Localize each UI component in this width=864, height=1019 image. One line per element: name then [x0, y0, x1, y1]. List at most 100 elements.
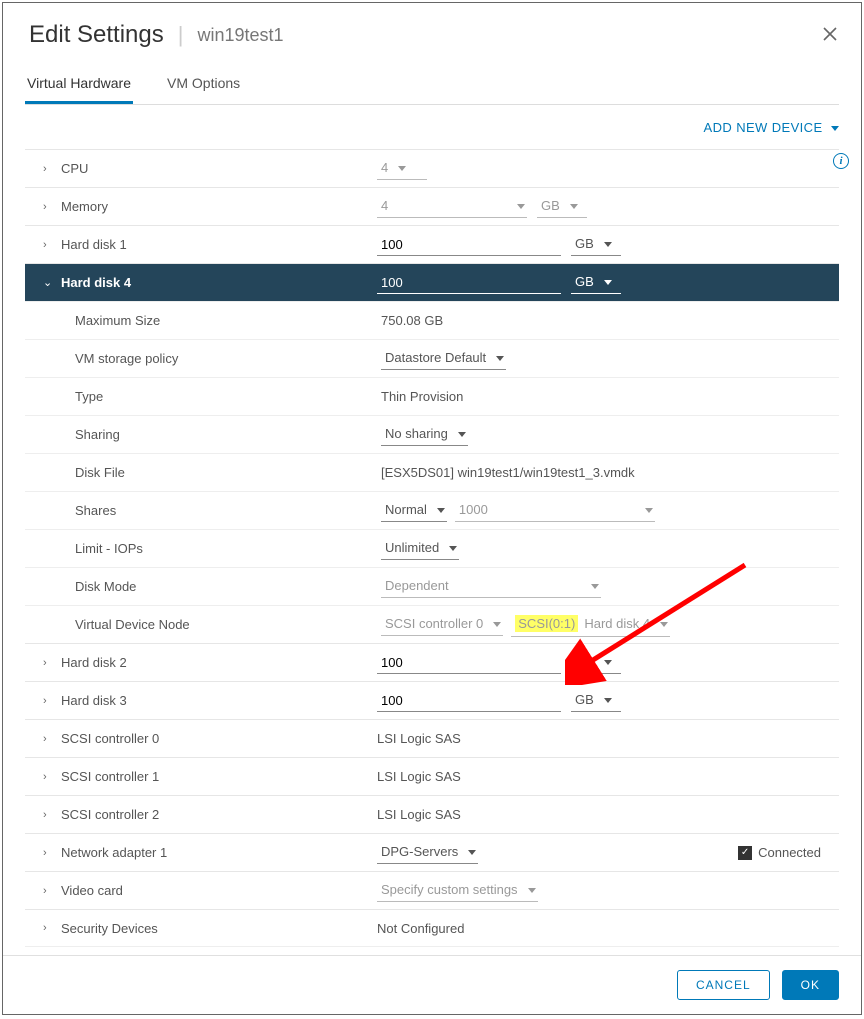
hd4-size-input[interactable]	[377, 272, 561, 294]
row-virtual-device-node: Virtual Device Node SCSI controller 0 SC…	[25, 605, 839, 643]
chevron-down-icon	[600, 274, 612, 289]
chevron-down-icon	[513, 198, 525, 213]
hd2-size-input[interactable]	[377, 652, 561, 674]
row-memory[interactable]: › Memory 4 GB	[25, 187, 839, 225]
sharing-select[interactable]: No sharing	[381, 424, 468, 446]
chevron-down-icon	[600, 236, 612, 251]
vdn-scsi-select[interactable]: SCSI(0:1) Hard disk 4	[511, 613, 670, 637]
cancel-button[interactable]: CANCEL	[677, 970, 770, 1000]
chevron-down-icon	[656, 616, 668, 631]
chevron-down-icon	[566, 198, 578, 213]
settings-content[interactable]: ADD NEW DEVICE i › CPU 4 › Memory 4	[25, 105, 857, 955]
vdn-controller-select[interactable]: SCSI controller 0	[381, 614, 503, 636]
row-network-adapter-1[interactable]: › Network adapter 1 DPG-Servers ✓ Connec…	[25, 833, 839, 871]
diskfile-value: [ESX5DS01] win19test1/win19test1_3.vmdk	[381, 465, 831, 480]
iops-select[interactable]: Unlimited	[381, 538, 459, 560]
row-disk-mode: Disk Mode Dependent	[25, 567, 839, 605]
shares-value-select[interactable]: 1000	[455, 500, 655, 522]
row-max-size: Maximum Size 750.08 GB	[25, 301, 839, 339]
tab-virtual-hardware[interactable]: Virtual Hardware	[25, 65, 133, 104]
security-label: Security Devices	[57, 921, 377, 936]
modal-title: Edit Settings	[29, 21, 164, 49]
security-value: Not Configured	[377, 921, 831, 936]
chevron-right-icon: ›	[43, 657, 57, 669]
row-shares: Shares Normal 1000	[25, 491, 839, 529]
memory-value-select[interactable]: 4	[377, 196, 527, 218]
row-security-devices[interactable]: › Security Devices Not Configured	[25, 909, 839, 947]
hd3-label: Hard disk 3	[57, 693, 377, 708]
chevron-down-icon	[600, 654, 612, 669]
row-scsi-0[interactable]: › SCSI controller 0 LSI Logic SAS	[25, 719, 839, 757]
checkbox-checked-icon: ✓	[738, 846, 752, 860]
mode-label: Disk Mode	[75, 579, 381, 594]
modal-footer: CANCEL OK	[3, 955, 861, 1014]
scsi2-label: SCSI controller 2	[57, 807, 377, 822]
row-hard-disk-1[interactable]: › Hard disk 1 GB	[25, 225, 839, 263]
chevron-down-icon	[489, 616, 501, 631]
vdn-label: Virtual Device Node	[75, 617, 381, 632]
chevron-down-icon	[641, 502, 653, 517]
hd3-size-input[interactable]	[377, 690, 561, 712]
scsi2-value: LSI Logic SAS	[377, 807, 831, 822]
net1-label: Network adapter 1	[57, 845, 377, 860]
row-hard-disk-3[interactable]: › Hard disk 3 GB	[25, 681, 839, 719]
hd2-label: Hard disk 2	[57, 655, 377, 670]
hd1-size-input[interactable]	[377, 234, 561, 256]
row-storage-policy: VM storage policy Datastore Default	[25, 339, 839, 377]
row-scsi-2[interactable]: › SCSI controller 2 LSI Logic SAS	[25, 795, 839, 833]
row-hard-disk-4[interactable]: ⌄ Hard disk 4 GB	[25, 263, 839, 301]
ok-button[interactable]: OK	[782, 970, 839, 1000]
shares-select[interactable]: Normal	[381, 500, 447, 522]
row-disk-file: Disk File [ESX5DS01] win19test1/win19tes…	[25, 453, 839, 491]
chevron-right-icon: ›	[43, 771, 57, 783]
cpu-label: CPU	[57, 161, 377, 176]
close-icon[interactable]	[821, 25, 839, 48]
connected-checkbox[interactable]: ✓ Connected	[738, 845, 821, 860]
mode-select[interactable]: Dependent	[381, 576, 601, 598]
tab-vm-options[interactable]: VM Options	[165, 65, 242, 104]
edit-settings-modal: Edit Settings | win19test1 Virtual Hardw…	[2, 2, 862, 1015]
row-sharing: Sharing No sharing	[25, 415, 839, 453]
hd1-label: Hard disk 1	[57, 237, 377, 252]
hd4-unit-select[interactable]: GB	[571, 272, 621, 294]
chevron-down-icon	[454, 426, 466, 441]
memory-unit-select[interactable]: GB	[537, 196, 587, 218]
diskfile-label: Disk File	[75, 465, 381, 480]
policy-label: VM storage policy	[75, 351, 381, 366]
hd4-label: Hard disk 4	[57, 275, 377, 290]
row-iops: Limit - IOPs Unlimited	[25, 529, 839, 567]
scsi1-value: LSI Logic SAS	[377, 769, 831, 784]
chevron-down-icon	[587, 578, 599, 593]
row-type: Type Thin Provision	[25, 377, 839, 415]
chevron-down-icon	[524, 882, 536, 897]
add-new-device-button[interactable]: ADD NEW DEVICE	[25, 105, 839, 149]
row-hard-disk-2[interactable]: › Hard disk 2 GB	[25, 643, 839, 681]
net1-select[interactable]: DPG-Servers	[377, 842, 478, 864]
iops-label: Limit - IOPs	[75, 541, 381, 556]
scsi1-label: SCSI controller 1	[57, 769, 377, 784]
policy-select[interactable]: Datastore Default	[381, 348, 506, 370]
chevron-right-icon: ›	[43, 885, 57, 897]
chevron-right-icon: ›	[43, 201, 57, 213]
chevron-right-icon: ›	[43, 847, 57, 859]
chevron-down-icon: ⌄	[43, 276, 57, 289]
row-video-card[interactable]: › Video card Specify custom settings	[25, 871, 839, 909]
hd3-unit-select[interactable]: GB	[571, 690, 621, 712]
chevron-right-icon: ›	[43, 163, 57, 175]
scsi0-value: LSI Logic SAS	[377, 731, 831, 746]
row-scsi-1[interactable]: › SCSI controller 1 LSI Logic SAS	[25, 757, 839, 795]
modal-header: Edit Settings | win19test1	[3, 3, 861, 59]
type-value: Thin Provision	[381, 389, 831, 404]
hd2-unit-select[interactable]: GB	[571, 652, 621, 674]
cpu-select[interactable]: 4	[377, 158, 427, 180]
max-size-label: Maximum Size	[75, 313, 381, 328]
max-size-value: 750.08 GB	[381, 313, 831, 328]
memory-label: Memory	[57, 199, 377, 214]
row-cpu[interactable]: › CPU 4	[25, 149, 839, 187]
chevron-right-icon: ›	[43, 733, 57, 745]
video-select[interactable]: Specify custom settings	[377, 880, 538, 902]
chevron-right-icon: ›	[43, 809, 57, 821]
hd1-unit-select[interactable]: GB	[571, 234, 621, 256]
chevron-right-icon: ›	[43, 695, 57, 707]
info-icon[interactable]: i	[833, 153, 849, 169]
